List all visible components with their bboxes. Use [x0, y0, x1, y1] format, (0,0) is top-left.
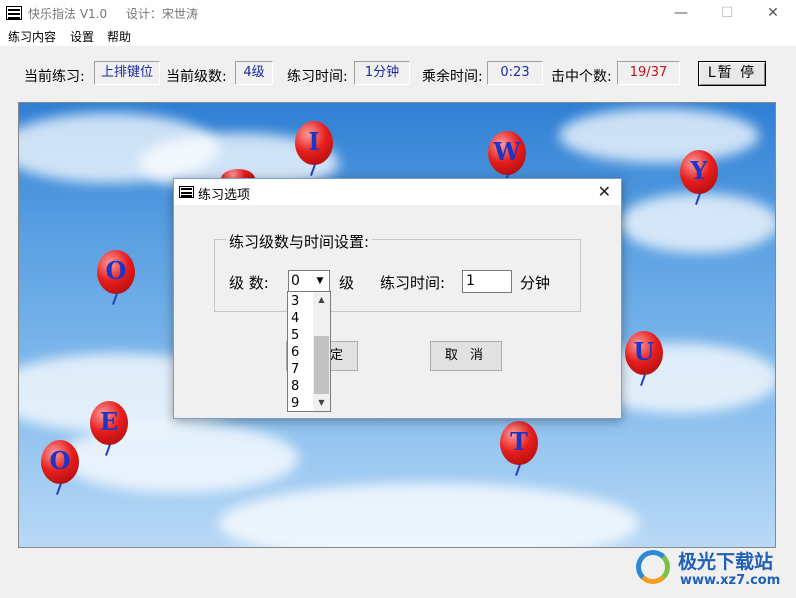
minimize-button[interactable]: — — [658, 0, 704, 26]
hits-value: 19/37 — [617, 61, 680, 85]
dropdown-scrollbar[interactable]: ▲ ▼ — [313, 292, 330, 411]
dialog-title-bar: 练习选项 ✕ — [174, 179, 621, 205]
watermark: 极光下载站 www.xz7.com — [634, 546, 790, 592]
menu-bar: 练习内容 设置 帮助 — [0, 26, 796, 46]
window-designer-credit: 设计：宋世涛 — [126, 7, 199, 21]
scroll-down-icon[interactable]: ▼ — [313, 395, 330, 411]
pause-button[interactable]: L暂 停 — [698, 61, 766, 86]
level-combobox-value: 0 — [291, 273, 300, 289]
title-bar: 快乐指法 V1.0 设计：宋世涛 — ☐ ✕ — [0, 0, 796, 26]
practice-time-value: 1分钟 — [354, 61, 410, 85]
balloon-letter: I — [308, 127, 320, 156]
practice-time-label: 练习时间: — [287, 69, 348, 85]
balloon-letter: O — [105, 256, 127, 285]
menu-practice-content[interactable]: 练习内容 — [8, 28, 56, 45]
balloon: E — [90, 401, 128, 456]
current-level-value: 4级 — [235, 61, 273, 85]
scroll-up-icon[interactable]: ▲ — [313, 292, 330, 308]
window-title: 快乐指法 V1.0 — [28, 7, 108, 21]
time-unit: 分钟 — [520, 274, 551, 292]
balloon: U — [625, 331, 663, 386]
balloon: Y — [680, 150, 718, 205]
balloon-letter: T — [510, 427, 528, 456]
chevron-down-icon[interactable]: ▼ — [312, 272, 328, 290]
balloon: O — [97, 250, 135, 305]
level-label: 级 数: — [229, 274, 269, 292]
level-combobox[interactable]: 0 ▼ — [288, 270, 330, 292]
dialog-keyboard-icon — [179, 186, 194, 198]
app-keyboard-icon — [6, 6, 22, 20]
balloon-letter: Y — [690, 156, 708, 185]
watermark-logo-icon — [636, 550, 670, 584]
dropdown-option[interactable]: 4 — [291, 310, 299, 327]
balloon: T — [500, 421, 538, 476]
dropdown-option[interactable]: 8 — [291, 378, 299, 395]
current-practice-value: 上排键位 — [94, 61, 160, 85]
practice-time-field-label: 练习时间: — [380, 274, 446, 292]
balloon-string — [515, 464, 521, 476]
dropdown-option[interactable]: 6 — [291, 344, 299, 361]
dropdown-option[interactable]: 3 — [291, 293, 299, 310]
hits-label: 击中个数: — [551, 69, 612, 85]
watermark-url: www.xz7.com — [680, 573, 781, 588]
dropdown-option[interactable]: 7 — [291, 361, 299, 378]
cancel-button[interactable]: 取 消 — [430, 341, 502, 371]
practice-time-input[interactable]: 1 — [462, 270, 512, 293]
cloud — [219, 483, 639, 547]
balloon: I — [295, 121, 333, 176]
practice-options-dialog: 练习选项 ✕ 练习级数与时间设置: 级 数: 0 ▼ 级 练习时间: 1 分钟 … — [173, 178, 622, 419]
balloon-string — [56, 483, 62, 495]
balloon-string — [112, 293, 118, 305]
remaining-time-label: 乘余时间: — [422, 69, 483, 85]
scrollbar-thumb[interactable] — [314, 336, 329, 394]
maximize-button[interactable]: ☐ — [704, 0, 750, 26]
dropdown-option[interactable]: 9 — [291, 395, 299, 412]
balloon: O — [41, 440, 79, 495]
balloon-letter: U — [633, 337, 655, 366]
settings-group-title: 练习级数与时间设置: — [226, 231, 373, 252]
dropdown-option[interactable]: 5 — [291, 327, 299, 344]
balloon: W — [488, 131, 526, 186]
menu-settings[interactable]: 设置 — [70, 28, 94, 45]
level-dropdown-list[interactable]: 3 4 5 6 7 8 9 ▲ ▼ — [287, 291, 331, 412]
balloon-letter: E — [99, 407, 119, 436]
dialog-close-button[interactable]: ✕ — [598, 182, 611, 201]
menu-help[interactable]: 帮助 — [107, 28, 131, 45]
cloud — [559, 108, 759, 163]
current-level-label: 当前级数: — [166, 69, 227, 85]
dialog-title: 练习选项 — [198, 188, 251, 203]
balloon-letter: O — [49, 446, 71, 475]
watermark-name: 极光下载站 — [678, 551, 774, 573]
balloon-letter: W — [493, 137, 521, 166]
level-unit: 级 — [339, 274, 355, 292]
current-practice-label: 当前练习: — [24, 69, 85, 85]
close-button[interactable]: ✕ — [750, 0, 796, 26]
remaining-time-value: 0:23 — [487, 61, 543, 85]
